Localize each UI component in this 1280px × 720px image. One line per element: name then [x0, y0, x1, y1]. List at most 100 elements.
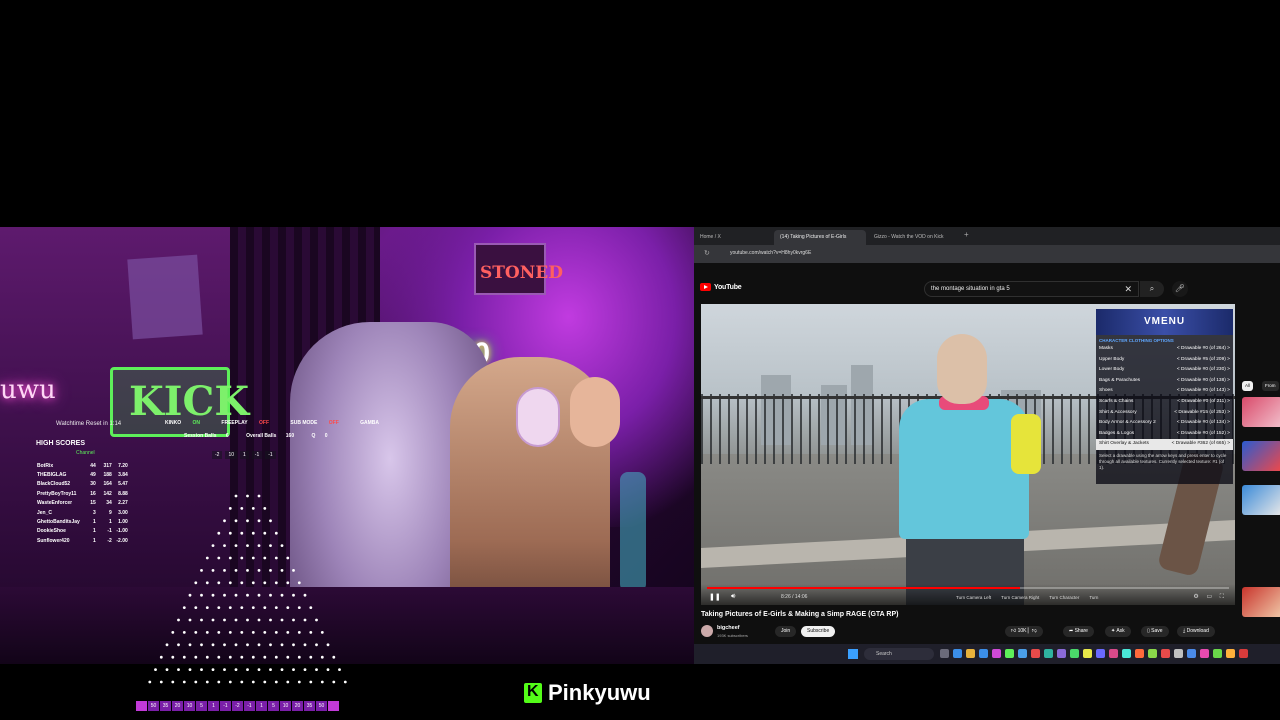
- taskbar-app-icon[interactable]: [1031, 649, 1040, 658]
- taskbar-app-icon[interactable]: [1239, 649, 1248, 658]
- vmenu-item: Shirt Overlay & Jackets < Drawable #362 (…: [1096, 439, 1233, 450]
- chip-from[interactable]: From: [1262, 381, 1279, 391]
- plinko-bucket: 5: [196, 701, 207, 711]
- pause-icon[interactable]: ❚❚: [709, 593, 721, 601]
- plinko-peg: [205, 606, 209, 609]
- taskbar-app-icon[interactable]: [1096, 649, 1105, 658]
- progress-bar[interactable]: [707, 587, 1229, 589]
- plinko-peg: [171, 655, 175, 659]
- vmenu-item-label: Upper Body: [1099, 356, 1125, 362]
- taskbar-app-icon[interactable]: [1135, 649, 1144, 658]
- mic-icon[interactable]: 🎤︎: [1172, 281, 1188, 297]
- score-name: Jen_C: [37, 509, 53, 516]
- taskbar-app-icon[interactable]: [1161, 649, 1170, 658]
- plinko-peg: [320, 631, 324, 634]
- taskbar-app-icon[interactable]: [966, 649, 975, 658]
- taskbar-app-icon[interactable]: [1122, 649, 1131, 658]
- tab-kick[interactable]: Gizzo - Watch the VOD on Kick: [868, 230, 960, 245]
- character-shirt: [899, 399, 1029, 539]
- score-total: 164: [103, 481, 112, 488]
- score-name: DookieShoe: [37, 528, 66, 535]
- score-average: -1.00: [116, 528, 128, 535]
- taskbar-app-icon[interactable]: [1018, 649, 1027, 658]
- new-tab-icon[interactable]: +: [964, 230, 969, 239]
- search-query: the montage situation in gta 5: [931, 286, 1010, 292]
- url-text[interactable]: youtube.com/watch?v=H8hy0kvrg6E: [730, 250, 811, 256]
- windows-start-icon[interactable]: [848, 649, 858, 659]
- tab-x[interactable]: Home / X: [694, 230, 772, 245]
- download-button[interactable]: ⤓ Download: [1177, 626, 1215, 637]
- video-thumbnail[interactable]: [1242, 441, 1280, 471]
- taskbar-app-icon[interactable]: [1187, 649, 1196, 658]
- tab-youtube[interactable]: (14) Taking Pictures of E-Girls: [774, 230, 866, 245]
- join-button[interactable]: Join: [775, 626, 797, 637]
- plinko-bucket: [136, 701, 147, 711]
- video-player[interactable]: VMENU CHARACTER CLOTHING OPTIONS Masks < …: [701, 304, 1235, 605]
- like-button[interactable]: 👍︎ 10K ▏👎︎: [1005, 626, 1043, 637]
- mode-kinko-state: ON: [192, 420, 201, 426]
- plinko-peg: [240, 531, 244, 535]
- plinko-peg: [315, 618, 318, 622]
- chip-all[interactable]: All: [1242, 381, 1254, 391]
- taskbar-app-icon[interactable]: [1005, 649, 1014, 658]
- taskbar-app-icon[interactable]: [1213, 649, 1222, 658]
- video-thumbnail[interactable]: [1242, 587, 1280, 617]
- video-thumbnail[interactable]: [1242, 397, 1280, 427]
- plinko-bucket: 50: [148, 701, 159, 711]
- share-button[interactable]: ➦ Share: [1063, 626, 1094, 637]
- plinko-peg: [292, 593, 295, 597]
- plinko-peg: [257, 593, 261, 597]
- plinko-buckets: 50 35 20 10 5 1 -1 -2 -1 1 5 10 20 35 50: [136, 701, 339, 711]
- search-input[interactable]: the montage situation in gta 5 ✕: [924, 281, 1139, 297]
- plinko-peg: [234, 593, 238, 597]
- volume-icon[interactable]: 🔊︎: [731, 593, 735, 601]
- clear-search-icon[interactable]: ✕: [1124, 284, 1132, 295]
- taskbar-app-icon[interactable]: [1044, 649, 1053, 658]
- video-thumbnail[interactable]: [1242, 485, 1280, 515]
- taskbar-app-icon[interactable]: [940, 649, 949, 658]
- subscribe-button[interactable]: Subscribe: [801, 626, 836, 637]
- plinko-peg: [309, 680, 313, 684]
- save-button[interactable]: ▯ Save: [1141, 626, 1169, 637]
- plinko-peg: [246, 668, 249, 671]
- wall-poster: [127, 254, 203, 340]
- taskbar-app-icon[interactable]: [1226, 649, 1235, 658]
- taskbar-app-icon[interactable]: [1070, 649, 1079, 658]
- taskbar-search[interactable]: Search: [864, 648, 934, 660]
- recent-result: -2: [212, 451, 223, 459]
- taskbar-app-icon[interactable]: [979, 649, 988, 658]
- address-bar[interactable]: ↻ youtube.com/watch?v=H8hy0kvrg6E: [694, 245, 1280, 263]
- taskbar-app-icon[interactable]: [1083, 649, 1092, 658]
- plinko-peg: [269, 569, 272, 572]
- share-label: Share: [1074, 628, 1088, 634]
- plinko-peg: [211, 643, 215, 647]
- taskbar-app-icon[interactable]: [1057, 649, 1066, 658]
- avatar[interactable]: [701, 625, 713, 637]
- vmenu-item-value: < Drawable #362 (of 665) >: [1171, 441, 1230, 447]
- taskbar-app-icon[interactable]: [992, 649, 1001, 658]
- vmenu-item-value: < Drawable #0 (of 264) >: [1176, 346, 1230, 351]
- taskbar-app-icon[interactable]: [1200, 649, 1209, 658]
- plinko-peg: [292, 569, 295, 572]
- plinko-peg: [309, 606, 313, 609]
- plinko-peg: [171, 680, 175, 684]
- search-button[interactable]: ⌕: [1140, 281, 1164, 297]
- settings-icon[interactable]: ⚙ ▭ ⛶: [1193, 593, 1227, 601]
- channel-name[interactable]: bigcheef: [717, 625, 740, 631]
- taskbar-app-icon[interactable]: [1174, 649, 1183, 658]
- player-controls: ❚❚ 🔊︎ 8:26 / 14:06 Turn Camera Left Turn …: [701, 584, 1235, 605]
- reload-icon[interactable]: ↻: [704, 249, 710, 257]
- plinko-bucket: 10: [184, 701, 195, 711]
- plinko-peg: [292, 643, 295, 647]
- taskbar-app-icon[interactable]: [1109, 649, 1118, 658]
- plinko-peg: [165, 643, 169, 647]
- tab-label: (14) Taking Pictures of E-Girls: [780, 234, 847, 240]
- plinko-peg: [205, 655, 209, 659]
- taskbar-app-icon[interactable]: [1148, 649, 1157, 658]
- plinko-bucket: -1: [244, 701, 255, 711]
- score-count: 15: [90, 500, 96, 507]
- taskbar-app-icon[interactable]: [953, 649, 962, 658]
- youtube-logo[interactable]: YouTube: [700, 283, 742, 291]
- vmenu-item-value: < Drawable #5 (of 209) >: [1176, 356, 1230, 362]
- ask-button[interactable]: ✦ Ask: [1105, 626, 1131, 637]
